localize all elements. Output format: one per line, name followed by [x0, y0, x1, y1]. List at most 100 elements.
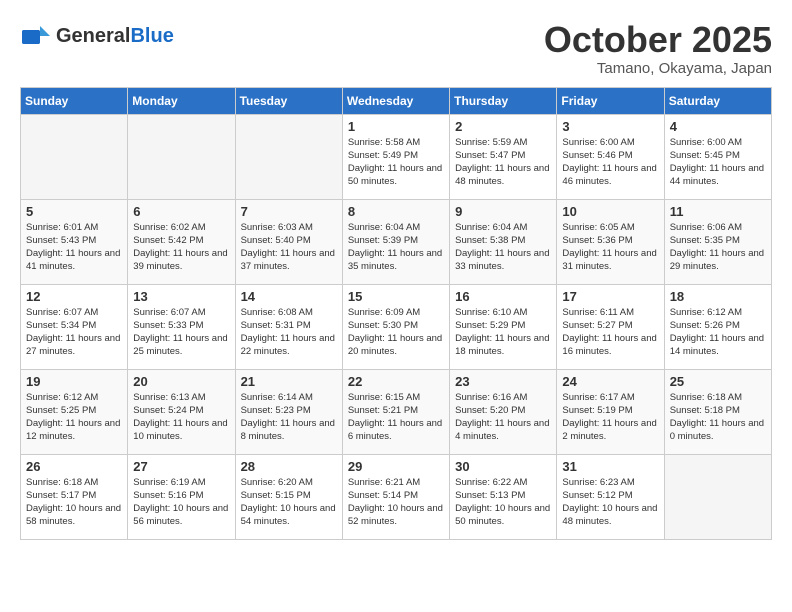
- calendar-week-row: 26 Sunrise: 6:18 AM Sunset: 5:17 PM Dayli…: [21, 454, 772, 539]
- day-detail: Sunrise: 6:18 AM Sunset: 5:17 PM Dayligh…: [26, 476, 122, 529]
- day-number: 18: [670, 289, 766, 304]
- calendar-cell: 31 Sunrise: 6:23 AM Sunset: 5:12 PM Dayli…: [557, 454, 664, 539]
- day-detail: Sunrise: 6:01 AM Sunset: 5:43 PM Dayligh…: [26, 221, 122, 274]
- day-number: 10: [562, 204, 658, 219]
- day-detail: Sunrise: 6:10 AM Sunset: 5:29 PM Dayligh…: [455, 306, 551, 359]
- day-detail: Sunrise: 6:00 AM Sunset: 5:46 PM Dayligh…: [562, 136, 658, 189]
- day-detail: Sunrise: 6:12 AM Sunset: 5:26 PM Dayligh…: [670, 306, 766, 359]
- day-number: 16: [455, 289, 551, 304]
- calendar-cell: 27Sunrise: 6:19 AM Sunset: 5:16 PM Dayli…: [128, 454, 235, 539]
- calendar-cell: 14 Sunrise: 6:08 AM Sunset: 5:31 PM Dayli…: [235, 284, 342, 369]
- day-number: 21: [241, 374, 337, 389]
- day-detail: Sunrise: 6:15 AM Sunset: 5:21 PM Dayligh…: [348, 391, 444, 444]
- day-detail: Sunrise: 6:22 AM Sunset: 5:13 PM Dayligh…: [455, 476, 551, 529]
- day-number: 25: [670, 374, 766, 389]
- day-number: 19: [26, 374, 122, 389]
- day-number: 22: [348, 374, 444, 389]
- calendar-cell: 29Sunrise: 6:21 AM Sunset: 5:14 PM Dayli…: [342, 454, 449, 539]
- day-number: 5: [26, 204, 122, 219]
- logo-icon: [20, 20, 52, 52]
- day-detail: Sunrise: 6:21 AM Sunset: 5:14 PM Dayligh…: [348, 476, 444, 529]
- calendar-cell: 10 Sunrise: 6:05 AM Sunset: 5:36 PM Dayli…: [557, 199, 664, 284]
- day-number: 7: [241, 204, 337, 219]
- month-title: October 2025: [544, 20, 772, 60]
- day-detail: Sunrise: 6:00 AM Sunset: 5:45 PM Dayligh…: [670, 136, 766, 189]
- calendar-cell: 9 Sunrise: 6:04 AM Sunset: 5:38 PM Daylig…: [450, 199, 557, 284]
- calendar-cell: 2 Sunrise: 5:59 AM Sunset: 5:47 PM Daylig…: [450, 114, 557, 199]
- calendar-cell: 5 Sunrise: 6:01 AM Sunset: 5:43 PM Daylig…: [21, 199, 128, 284]
- calendar-cell: 22 Sunrise: 6:15 AM Sunset: 5:21 PM Dayli…: [342, 369, 449, 454]
- calendar-week-row: 5 Sunrise: 6:01 AM Sunset: 5:43 PM Daylig…: [21, 199, 772, 284]
- page-header: GeneralBlue October 2025 Tamano, Okayama…: [20, 20, 772, 77]
- day-number: 3: [562, 119, 658, 134]
- calendar-cell: [235, 114, 342, 199]
- calendar-cell: 3 Sunrise: 6:00 AM Sunset: 5:46 PM Daylig…: [557, 114, 664, 199]
- day-number: 23: [455, 374, 551, 389]
- calendar-cell: 21 Sunrise: 6:14 AM Sunset: 5:23 PM Dayli…: [235, 369, 342, 454]
- day-detail: Sunrise: 6:13 AM Sunset: 5:24 PM Dayligh…: [133, 391, 229, 444]
- day-number: 4: [670, 119, 766, 134]
- day-detail: Sunrise: 6:07 AM Sunset: 5:34 PM Dayligh…: [26, 306, 122, 359]
- day-number: 8: [348, 204, 444, 219]
- day-number: 17: [562, 289, 658, 304]
- day-number: 24: [562, 374, 658, 389]
- calendar-table: SundayMondayTuesdayWednesdayThursdayFrid…: [20, 87, 772, 540]
- weekday-header: Wednesday: [342, 87, 449, 114]
- weekday-header-row: SundayMondayTuesdayWednesdayThursdayFrid…: [21, 87, 772, 114]
- day-number: 31: [562, 459, 658, 474]
- day-number: 26: [26, 459, 122, 474]
- day-detail: Sunrise: 6:14 AM Sunset: 5:23 PM Dayligh…: [241, 391, 337, 444]
- calendar-cell: 11 Sunrise: 6:06 AM Sunset: 5:35 PM Dayli…: [664, 199, 771, 284]
- calendar-cell: 8 Sunrise: 6:04 AM Sunset: 5:39 PM Daylig…: [342, 199, 449, 284]
- calendar-cell: 18 Sunrise: 6:12 AM Sunset: 5:26 PM Dayli…: [664, 284, 771, 369]
- day-number: 9: [455, 204, 551, 219]
- calendar-week-row: 1Sunrise: 5:58 AM Sunset: 5:49 PM Daylig…: [21, 114, 772, 199]
- calendar-cell: 12Sunrise: 6:07 AM Sunset: 5:34 PM Dayli…: [21, 284, 128, 369]
- calendar-cell: 30 Sunrise: 6:22 AM Sunset: 5:13 PM Dayli…: [450, 454, 557, 539]
- calendar-cell: 7Sunrise: 6:03 AM Sunset: 5:40 PM Daylig…: [235, 199, 342, 284]
- day-detail: Sunrise: 6:07 AM Sunset: 5:33 PM Dayligh…: [133, 306, 229, 359]
- calendar-cell: [21, 114, 128, 199]
- day-detail: Sunrise: 6:04 AM Sunset: 5:39 PM Dayligh…: [348, 221, 444, 274]
- calendar-cell: 13Sunrise: 6:07 AM Sunset: 5:33 PM Dayli…: [128, 284, 235, 369]
- day-detail: Sunrise: 6:20 AM Sunset: 5:15 PM Dayligh…: [241, 476, 337, 529]
- calendar-cell: 6Sunrise: 6:02 AM Sunset: 5:42 PM Daylig…: [128, 199, 235, 284]
- day-detail: Sunrise: 6:16 AM Sunset: 5:20 PM Dayligh…: [455, 391, 551, 444]
- day-detail: Sunrise: 6:12 AM Sunset: 5:25 PM Dayligh…: [26, 391, 122, 444]
- day-detail: Sunrise: 6:04 AM Sunset: 5:38 PM Dayligh…: [455, 221, 551, 274]
- day-detail: Sunrise: 5:59 AM Sunset: 5:47 PM Dayligh…: [455, 136, 551, 189]
- weekday-header: Thursday: [450, 87, 557, 114]
- weekday-header: Friday: [557, 87, 664, 114]
- weekday-header: Sunday: [21, 87, 128, 114]
- day-number: 11: [670, 204, 766, 219]
- day-number: 28: [241, 459, 337, 474]
- calendar-week-row: 12Sunrise: 6:07 AM Sunset: 5:34 PM Dayli…: [21, 284, 772, 369]
- calendar-cell: [664, 454, 771, 539]
- day-number: 30: [455, 459, 551, 474]
- calendar-cell: 19 Sunrise: 6:12 AM Sunset: 5:25 PM Dayli…: [21, 369, 128, 454]
- day-number: 20: [133, 374, 229, 389]
- calendar-cell: 20 Sunrise: 6:13 AM Sunset: 5:24 PM Dayli…: [128, 369, 235, 454]
- calendar-cell: 28 Sunrise: 6:20 AM Sunset: 5:15 PM Dayli…: [235, 454, 342, 539]
- day-number: 27: [133, 459, 229, 474]
- day-number: 2: [455, 119, 551, 134]
- day-detail: Sunrise: 5:58 AM Sunset: 5:49 PM Dayligh…: [348, 136, 444, 189]
- day-number: 15: [348, 289, 444, 304]
- day-detail: Sunrise: 6:08 AM Sunset: 5:31 PM Dayligh…: [241, 306, 337, 359]
- weekday-header: Saturday: [664, 87, 771, 114]
- day-number: 14: [241, 289, 337, 304]
- calendar-cell: [128, 114, 235, 199]
- day-detail: Sunrise: 6:05 AM Sunset: 5:36 PM Dayligh…: [562, 221, 658, 274]
- calendar-cell: 17Sunrise: 6:11 AM Sunset: 5:27 PM Dayli…: [557, 284, 664, 369]
- title-block: October 2025 Tamano, Okayama, Japan: [544, 20, 772, 77]
- weekday-header: Tuesday: [235, 87, 342, 114]
- calendar-cell: 23 Sunrise: 6:16 AM Sunset: 5:20 PM Dayli…: [450, 369, 557, 454]
- logo-blue: Blue: [130, 25, 173, 47]
- day-detail: Sunrise: 6:23 AM Sunset: 5:12 PM Dayligh…: [562, 476, 658, 529]
- calendar-cell: 26 Sunrise: 6:18 AM Sunset: 5:17 PM Dayli…: [21, 454, 128, 539]
- calendar-cell: 15 Sunrise: 6:09 AM Sunset: 5:30 PM Dayli…: [342, 284, 449, 369]
- day-detail: Sunrise: 6:06 AM Sunset: 5:35 PM Dayligh…: [670, 221, 766, 274]
- calendar-cell: 4 Sunrise: 6:00 AM Sunset: 5:45 PM Daylig…: [664, 114, 771, 199]
- day-detail: Sunrise: 6:09 AM Sunset: 5:30 PM Dayligh…: [348, 306, 444, 359]
- day-detail: Sunrise: 6:17 AM Sunset: 5:19 PM Dayligh…: [562, 391, 658, 444]
